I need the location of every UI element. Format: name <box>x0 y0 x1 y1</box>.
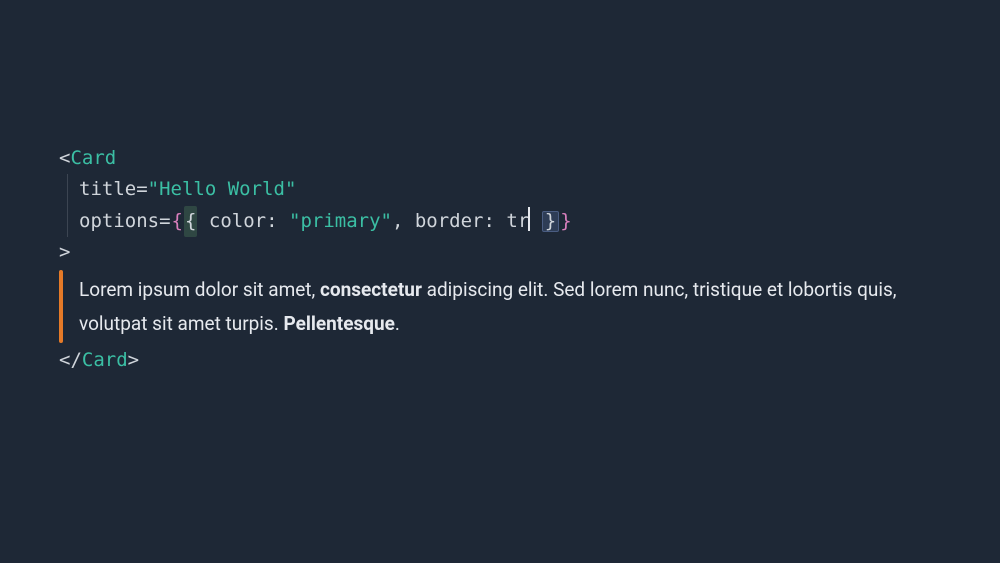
tag-name: Card <box>70 147 116 169</box>
border-partial: tr <box>506 210 529 232</box>
angle-open: < <box>59 147 70 169</box>
attr-title: title <box>79 178 136 200</box>
code-line-open-tag: <Card <box>59 143 941 174</box>
key-border: border <box>415 210 484 232</box>
brace-inner-open: { <box>184 206 197 237</box>
prose-bold-1: consectetur <box>320 278 422 301</box>
brace-outer-close: } <box>559 206 572 237</box>
code-line-title-attr: title="Hello World" <box>59 174 941 205</box>
code-block: <Card title="Hello World" options={{ col… <box>59 143 941 376</box>
brace-outer-open: { <box>171 206 184 237</box>
brace-inner-close: } <box>542 211 559 232</box>
prose-block: Lorem ipsum dolor sit amet, consectetur … <box>59 270 941 343</box>
prose-bold-2: Pellentesque <box>283 312 394 335</box>
code-line-gt: > <box>59 237 941 268</box>
title-value: "Hello World" <box>148 178 297 200</box>
code-line-close-tag: </Card> <box>59 345 941 376</box>
color-value: "primary" <box>289 210 392 232</box>
code-line-options-attr: options={{ color: "primary", border: tr … <box>59 206 941 237</box>
prose-text: Lorem ipsum dolor sit amet, consectetur … <box>79 270 941 343</box>
attr-options: options <box>79 210 159 232</box>
key-color: color <box>209 210 266 232</box>
prose-accent-bar <box>59 270 63 343</box>
